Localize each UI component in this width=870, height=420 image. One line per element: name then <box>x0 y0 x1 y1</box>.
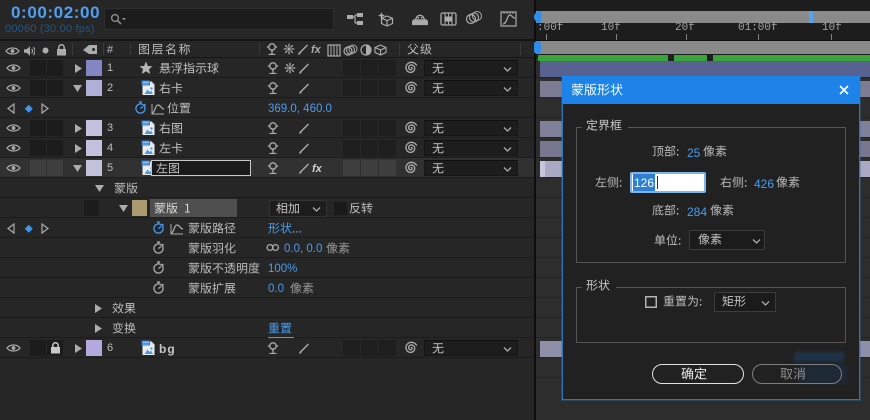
svg-text:fx: fx <box>311 44 322 56</box>
svg-text:fx: fx <box>312 163 323 175</box>
